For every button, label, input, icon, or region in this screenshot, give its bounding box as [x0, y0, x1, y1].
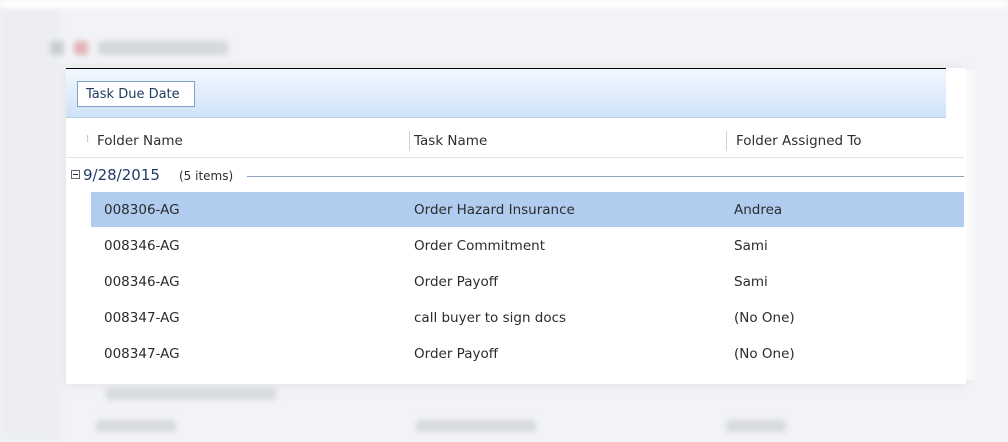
background-sidebar	[0, 8, 62, 442]
background-row	[66, 380, 1008, 408]
table-row[interactable]: 008346-AG Order Commitment Sami	[91, 228, 966, 263]
table-row[interactable]: 008346-AG Order Payoff Sami	[91, 264, 966, 299]
cell-task-name: Order Payoff	[414, 345, 499, 362]
collapse-icon[interactable]	[71, 170, 80, 179]
group-count: (5 items)	[179, 169, 234, 183]
cell-folder-assigned-to: (No One)	[734, 345, 795, 362]
drag-grip-icon[interactable]: ⁝	[86, 135, 89, 145]
cell-task-name: call buyer to sign docs	[414, 309, 567, 326]
table-row[interactable]: 008306-AG Order Hazard Insurance Andrea	[91, 192, 966, 227]
column-separator[interactable]	[726, 131, 727, 151]
group-chip-label: Task Due Date	[86, 86, 180, 102]
column-header-label: Task Name	[414, 133, 488, 149]
column-header-folder-name[interactable]: Folder Name	[97, 125, 409, 157]
cell-folder-assigned-to: Sami	[734, 273, 768, 290]
group-row: 9/28/2015 (5 items)	[66, 165, 966, 187]
background-title	[50, 36, 280, 60]
background-title-blur	[98, 41, 228, 55]
cell-folder-assigned-to: Sami	[734, 237, 768, 254]
group-date: 9/28/2015	[83, 166, 160, 184]
cell-task-name: Order Hazard Insurance	[414, 201, 575, 218]
table-row[interactable]: 008347-AG Order Payoff (No One)	[91, 336, 966, 371]
group-by-panel: Task Due Date	[66, 69, 946, 118]
cell-folder-name: 008306-AG	[104, 201, 180, 218]
cell-folder-name: 008346-AG	[104, 273, 180, 290]
background-icon	[74, 41, 88, 55]
group-chip-task-due-date[interactable]: Task Due Date	[77, 81, 195, 107]
cell-task-name: Order Commitment	[414, 237, 545, 254]
cell-folder-assigned-to: (No One)	[734, 309, 795, 326]
background-topbar	[0, 0, 1008, 8]
column-header-folder-assigned-to[interactable]: Folder Assigned To	[736, 125, 956, 157]
cell-folder-name: 008346-AG	[104, 237, 180, 254]
background-row	[66, 412, 1008, 440]
cell-folder-name: 008347-AG	[104, 309, 180, 326]
background-icon	[50, 41, 64, 55]
column-header-task-name[interactable]: Task Name	[414, 125, 726, 157]
cell-folder-name: 008347-AG	[104, 345, 180, 362]
column-header-row: ⁝ Folder Name Task Name Folder Assigned …	[66, 125, 966, 158]
cell-folder-assigned-to: Andrea	[734, 201, 783, 218]
column-header-label: Folder Name	[97, 133, 183, 149]
column-header-label: Folder Assigned To	[736, 133, 862, 149]
task-grid: Task Due Date ⁝ Folder Name Task Name Fo…	[66, 68, 978, 384]
table-row[interactable]: 008347-AG call buyer to sign docs (No On…	[91, 300, 966, 335]
column-separator[interactable]	[409, 131, 410, 151]
group-divider	[247, 176, 966, 177]
cell-task-name: Order Payoff	[414, 273, 499, 290]
